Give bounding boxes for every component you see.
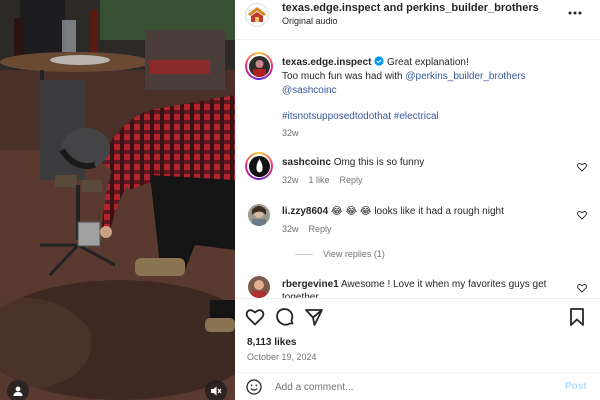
caption-hashtags[interactable]: #itsnotsupposedtodothat #electrical: [282, 110, 439, 123]
caption-time[interactable]: 32w: [282, 128, 299, 138]
heart-icon[interactable]: [577, 162, 587, 172]
comment-input[interactable]: [275, 379, 545, 395]
author-logo: [248, 7, 266, 22]
caption-line-2: Too much fun was had with @perkins_build…: [282, 70, 526, 83]
caption-line-1: texas.edge.inspect Great explanation!: [282, 56, 469, 69]
comment-meta-2: 32w Reply: [282, 224, 332, 234]
avatar-image: [255, 158, 263, 172]
comment-text-3: rbergevine1 Awesome ! Love it when my fa…: [282, 278, 546, 291]
comment-icon[interactable]: [275, 307, 295, 327]
reply-button[interactable]: Reply: [340, 175, 363, 185]
heart-icon[interactable]: [577, 283, 587, 293]
post-date[interactable]: October 19, 2024: [247, 352, 317, 362]
comment-text-2: li.zzy8604 😂 😂 😂 looks like it had a rou…: [282, 205, 504, 218]
verified-icon: [374, 56, 384, 66]
heart-icon[interactable]: [245, 307, 265, 327]
caption-text: Great explanation!: [387, 57, 469, 68]
comment-likes[interactable]: 1 like: [309, 175, 330, 185]
add-comment-bar: Post: [235, 372, 600, 400]
audio-label[interactable]: Original audio: [282, 16, 338, 26]
comment-time[interactable]: 32w: [282, 175, 299, 185]
comment-text-1: sashcoinc Omg this is so funny: [282, 156, 424, 169]
video-frame: [0, 0, 235, 400]
avatar-image: [252, 280, 266, 298]
comment-avatar-rbergevine[interactable]: [248, 276, 270, 298]
bookmark-icon[interactable]: [567, 307, 587, 327]
share-icon[interactable]: [304, 307, 324, 327]
view-replies-label: View replies (1): [323, 249, 385, 259]
comment-text-3-cont: together: [282, 292, 319, 298]
post-actions: [235, 302, 600, 332]
comment-username[interactable]: sashcoinc: [282, 157, 331, 168]
caption-avatar[interactable]: [245, 52, 273, 80]
comment-body: 😂 😂 😂 looks like it had a rough night: [330, 206, 504, 217]
caption-prefix: Too much fun was had with: [282, 71, 406, 82]
comment-time[interactable]: 32w: [282, 224, 299, 234]
replies-line: [295, 253, 313, 255]
comment-avatar-sashcoinc[interactable]: [245, 152, 273, 180]
avatar-image: [252, 206, 266, 226]
muted-icon: [211, 386, 222, 396]
author-avatar[interactable]: [245, 3, 269, 27]
comment-body: Omg this is so funny: [333, 157, 425, 168]
more-icon[interactable]: [565, 6, 585, 20]
video-player[interactable]: [0, 0, 235, 400]
avatar-image: [252, 59, 266, 77]
reply-button[interactable]: Reply: [309, 224, 332, 234]
caption-username[interactable]: texas.edge.inspect: [282, 57, 371, 68]
post-header: texas.edge.inspect and perkins_builder_b…: [235, 0, 600, 40]
post-authors[interactable]: texas.edge.inspect and perkins_builder_b…: [282, 2, 539, 14]
mute-toggle-button[interactable]: [205, 380, 227, 400]
post-comment-button[interactable]: Post: [565, 381, 587, 392]
post-details-panel: texas.edge.inspect and perkins_builder_b…: [235, 0, 600, 400]
comment-meta-1: 32w 1 like Reply: [282, 175, 363, 185]
mention-link-sashcoinc[interactable]: @sashcoinc: [282, 84, 337, 97]
mention-link-perkins[interactable]: @perkins_builder_brothers: [405, 71, 525, 82]
view-replies-button[interactable]: View replies (1): [295, 249, 385, 259]
heart-icon[interactable]: [577, 210, 587, 220]
emoji-icon[interactable]: [246, 379, 262, 395]
actions-divider: [235, 298, 600, 299]
comment-username[interactable]: li.zzy8604: [282, 206, 328, 217]
tagged-users-button[interactable]: [7, 380, 29, 400]
likes-count[interactable]: 8,113 likes: [247, 337, 297, 348]
comments-list[interactable]: texas.edge.inspect Great explanation! To…: [235, 40, 600, 298]
comment-username[interactable]: rbergevine1: [282, 279, 339, 290]
comment-body: Awesome ! Love it when my favorites guys…: [340, 279, 547, 290]
user-tag-icon: [13, 386, 23, 396]
comment-avatar-lizzy[interactable]: [248, 204, 270, 226]
